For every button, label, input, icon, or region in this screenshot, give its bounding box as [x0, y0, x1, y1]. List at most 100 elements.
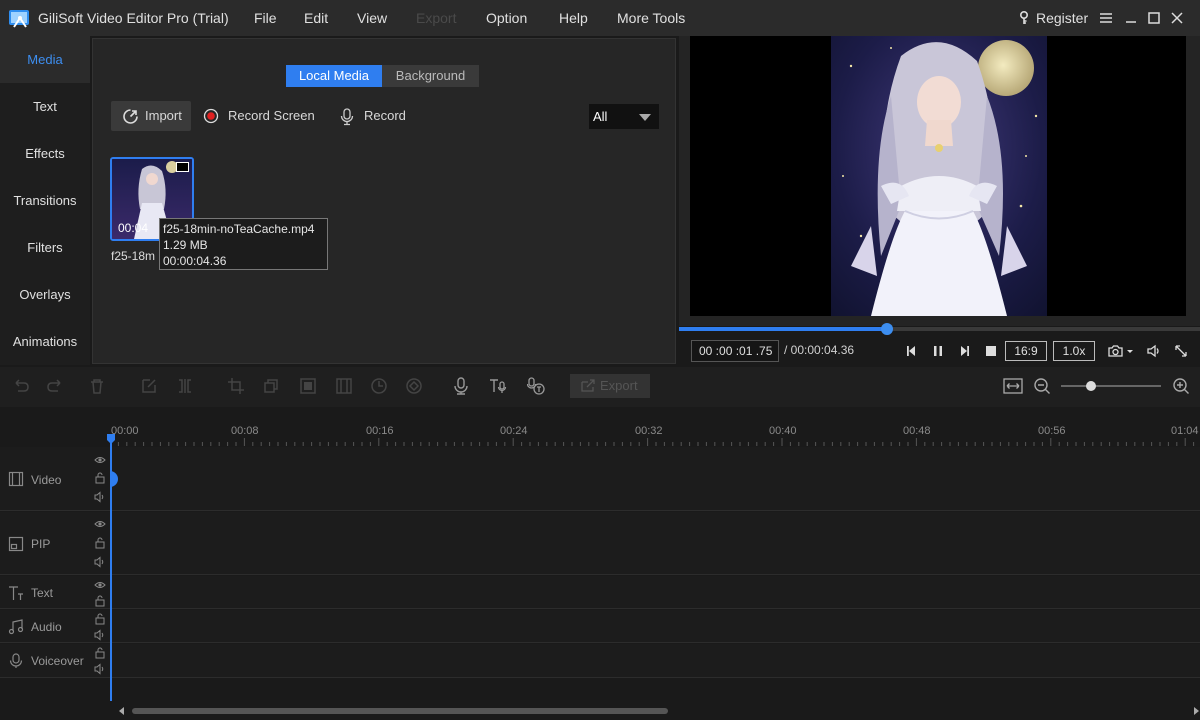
chevron-down-icon [639, 114, 651, 121]
minimize-icon[interactable] [1122, 9, 1140, 27]
ruler-tick: 00:08 [231, 425, 259, 437]
tooltip-filesize: 1.29 MB [163, 238, 208, 252]
media-filter-dropdown[interactable]: All [589, 104, 659, 129]
fit-timeline-icon[interactable] [1003, 377, 1023, 395]
ruler-tick: 00:00 [111, 425, 139, 437]
mosaic-icon[interactable] [299, 377, 317, 395]
menu-help[interactable]: Help [559, 10, 588, 26]
tab-animations[interactable]: Animations [0, 318, 90, 365]
menu-file[interactable]: File [254, 10, 277, 26]
speech-to-text-icon[interactable] [527, 377, 545, 395]
delete-icon[interactable] [88, 377, 106, 395]
tab-effects[interactable]: Effects [0, 130, 90, 177]
media-filter-value: All [593, 109, 608, 124]
export-label: Export [600, 378, 638, 393]
menu-option[interactable]: Option [486, 10, 527, 26]
volume-icon[interactable] [1146, 343, 1162, 359]
ruler-tick-marks [110, 438, 1195, 446]
tab-text[interactable]: Text [0, 83, 90, 130]
current-time-field[interactable]: 00 :00 :01 .75 [691, 340, 779, 362]
track-header-text: Text [0, 576, 110, 609]
track-voiceover[interactable] [110, 644, 1200, 678]
ruler-tick: 00:32 [635, 425, 663, 437]
lock-icon[interactable] [94, 613, 106, 625]
keyframe-icon[interactable] [405, 377, 423, 395]
snapshot-camera-icon[interactable] [1107, 343, 1137, 359]
progress-handle[interactable] [881, 323, 894, 335]
text-to-speech-icon[interactable] [489, 377, 507, 395]
menu-more-tools[interactable]: More Tools [617, 10, 685, 26]
record-button[interactable]: Record [339, 101, 419, 131]
microphone-icon [340, 108, 354, 126]
export-button[interactable]: Export [570, 374, 650, 398]
copy-icon[interactable] [262, 377, 280, 395]
left-tab-bar: Media Text Effects Transitions Filters O… [0, 36, 90, 365]
register-button[interactable]: Register [1036, 10, 1088, 26]
voiceover-mic-icon[interactable] [452, 377, 470, 395]
speaker-icon[interactable] [94, 663, 106, 675]
visibility-eye-icon[interactable] [94, 454, 106, 466]
ruler-tick: 00:24 [500, 425, 528, 437]
preview-progress-bar[interactable] [679, 323, 1200, 335]
key-icon [1020, 11, 1028, 24]
zoom-slider[interactable] [1061, 385, 1161, 387]
next-frame-icon[interactable] [956, 343, 972, 359]
lock-icon[interactable] [94, 472, 106, 484]
track-audio[interactable] [110, 610, 1200, 643]
edit-icon[interactable] [140, 377, 158, 395]
tab-background[interactable]: Background [382, 65, 479, 87]
edit-toolbar: Export [0, 367, 1200, 407]
tab-filters[interactable]: Filters [0, 224, 90, 271]
zoom-slider-handle[interactable] [1086, 381, 1096, 391]
aspect-icon[interactable] [335, 377, 353, 395]
speaker-icon[interactable] [94, 491, 106, 503]
track-video[interactable] [110, 447, 1200, 511]
visibility-eye-icon[interactable] [94, 518, 106, 530]
speaker-icon[interactable] [94, 556, 106, 568]
app-title: GiliSoft Video Editor Pro (Trial) [38, 10, 229, 26]
track-header-voiceover: Voiceover [0, 644, 110, 678]
lock-icon[interactable] [94, 595, 106, 607]
timeline-scrollbar[interactable] [118, 706, 1200, 716]
pause-icon[interactable] [930, 343, 946, 359]
menu-export[interactable]: Export [416, 10, 456, 26]
record-screen-button[interactable]: Record Screen [203, 101, 323, 131]
music-note-icon [8, 619, 24, 635]
zoom-out-icon[interactable] [1033, 377, 1051, 395]
visibility-eye-icon[interactable] [94, 579, 106, 591]
video-track-icon [8, 471, 24, 487]
crop-icon[interactable] [227, 377, 245, 395]
split-icon[interactable] [176, 377, 194, 395]
speed-button[interactable]: 1.0x [1053, 341, 1095, 361]
tooltip-duration: 00:00:04.36 [163, 254, 227, 268]
tab-transitions[interactable]: Transitions [0, 177, 90, 224]
stop-icon[interactable] [983, 343, 999, 359]
app-logo-icon [9, 10, 29, 28]
aspect-ratio-button[interactable]: 16:9 [1005, 341, 1047, 361]
lock-icon[interactable] [94, 647, 106, 659]
menu-view[interactable]: View [357, 10, 387, 26]
redo-icon[interactable] [46, 377, 64, 395]
undo-icon[interactable] [12, 377, 30, 395]
track-label-pip: PIP [31, 537, 51, 551]
track-pip[interactable] [110, 512, 1200, 575]
record-label: Record [364, 108, 406, 123]
speed-clock-icon[interactable] [370, 377, 388, 395]
timeline-playhead[interactable] [107, 434, 115, 701]
tab-local-media[interactable]: Local Media [286, 65, 382, 87]
total-duration: / 00:00:04.36 [784, 343, 855, 357]
speaker-icon[interactable] [94, 629, 106, 641]
maximize-icon[interactable] [1145, 9, 1163, 27]
menu-edit[interactable]: Edit [304, 10, 328, 26]
fullscreen-icon[interactable] [1173, 343, 1189, 359]
previous-frame-icon[interactable] [904, 343, 920, 359]
zoom-in-icon[interactable] [1172, 377, 1190, 395]
lock-icon[interactable] [94, 537, 106, 549]
track-text[interactable] [110, 576, 1200, 609]
tab-overlays[interactable]: Overlays [0, 271, 90, 318]
track-header-pip: PIP [0, 512, 110, 575]
menu-hamburger-icon[interactable] [1097, 9, 1115, 27]
import-button[interactable]: Import [111, 101, 191, 131]
close-icon[interactable] [1168, 9, 1186, 27]
tab-media[interactable]: Media [0, 36, 90, 83]
